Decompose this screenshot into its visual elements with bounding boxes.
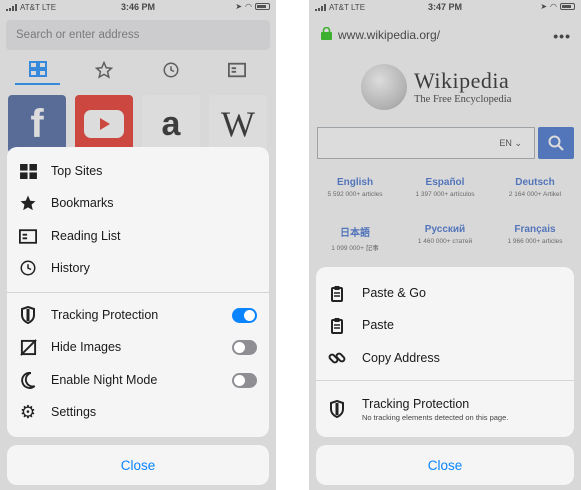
menu-item-paste-and-go[interactable]: Paste & Go	[316, 277, 574, 309]
menu-divider	[316, 380, 574, 381]
shield-icon	[328, 400, 346, 418]
menu-divider	[7, 292, 269, 293]
menu-item-label: Tracking Protection	[51, 308, 159, 322]
close-button[interactable]: Close	[7, 445, 269, 485]
hide-images-icon	[19, 338, 37, 356]
menu-item-bookmarks[interactable]: Bookmarks	[7, 187, 269, 219]
right-phone-screen: AT&T LTE 3:47 PM ➤ ◠ www.wikipedia.org/ …	[309, 0, 581, 490]
menu-item-label: Reading List	[51, 229, 121, 243]
menu-item-settings[interactable]: ⚙ Settings	[7, 396, 269, 428]
toggle-knob	[244, 309, 255, 321]
menu-item-copy-address[interactable]: Copy Address	[316, 342, 574, 374]
grid-icon	[19, 162, 37, 180]
menu-item-label: Top Sites	[51, 164, 103, 178]
menu-item-history[interactable]: History	[7, 252, 269, 284]
night-mode-toggle[interactable]	[232, 372, 257, 388]
menu-item-label: Copy Address	[362, 351, 440, 365]
left-phone-screen: AT&T LTE 3:46 PM ➤ ◠ Search or enter add…	[0, 0, 276, 490]
clipboard-icon	[328, 284, 346, 302]
tracking-protection-toggle[interactable]	[232, 307, 257, 323]
tracking-protection-status: No tracking elements detected on this pa…	[362, 412, 509, 422]
reading-list-icon	[19, 227, 37, 245]
close-button[interactable]: Close	[316, 445, 574, 485]
menu-item-reading-list[interactable]: Reading List	[7, 220, 269, 252]
clipboard-icon	[328, 316, 346, 334]
link-icon	[328, 349, 346, 367]
toggle-knob	[234, 341, 245, 353]
toggle-knob	[234, 374, 245, 386]
menu-item-label: Bookmarks	[51, 196, 114, 210]
star-icon	[19, 194, 37, 212]
clock-icon	[19, 259, 37, 277]
tracking-protection-title: Tracking Protection	[362, 396, 470, 411]
hide-images-toggle[interactable]	[232, 339, 257, 355]
menu-item-label: Paste & Go	[362, 286, 426, 300]
gear-icon: ⚙	[19, 401, 37, 422]
menu-item-night-mode[interactable]: Enable Night Mode	[7, 364, 269, 396]
shield-icon	[19, 306, 37, 324]
moon-icon	[19, 371, 37, 389]
menu-item-label: Hide Images	[51, 340, 122, 354]
menu-item-top-sites[interactable]: Top Sites	[7, 155, 269, 187]
menu-item-tracking-protection[interactable]: Tracking Protection	[7, 299, 269, 331]
url-options-menu: Paste & Go Paste Copy Address Tracking P…	[316, 267, 574, 437]
page-options-menu: Top Sites Bookmarks Reading List History…	[7, 147, 269, 437]
menu-item-label: Enable Night Mode	[51, 373, 158, 387]
menu-item-label: Settings	[51, 405, 97, 419]
menu-item-label: History	[51, 261, 90, 275]
tracking-protection-info[interactable]: Tracking Protection No tracking elements…	[316, 392, 574, 426]
menu-item-paste[interactable]: Paste	[316, 309, 574, 341]
menu-item-label: Paste	[362, 318, 394, 332]
menu-item-hide-images[interactable]: Hide Images	[7, 331, 269, 363]
